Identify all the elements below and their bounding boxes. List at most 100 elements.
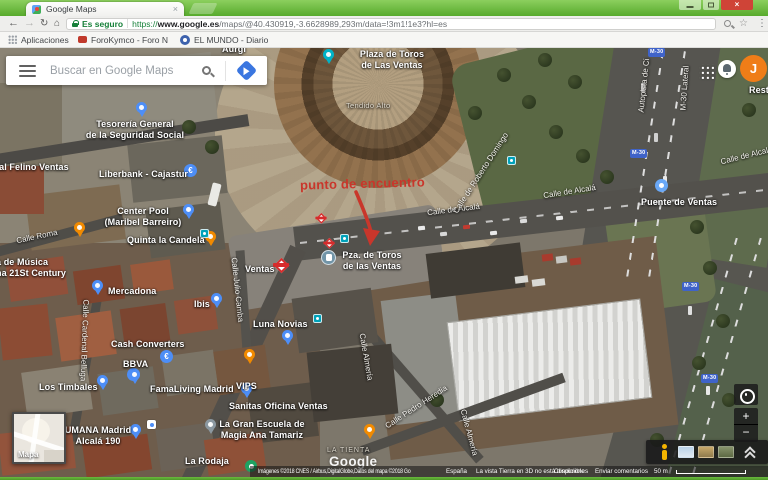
map-label-umana[interactable]: UMANA Madrid Alcalá 190 bbox=[62, 425, 134, 448]
search-input[interactable]: Buscar en Google Maps bbox=[50, 65, 202, 77]
map-label-cash-converters[interactable]: Cash Converters bbox=[111, 339, 185, 350]
poi-pin-tesoreria[interactable] bbox=[136, 102, 147, 113]
road-badge-m30: M-30 bbox=[701, 374, 718, 383]
bookmark-forokymco[interactable]: ForoKymco - Foro N bbox=[78, 32, 168, 47]
bus-stop-icon[interactable] bbox=[313, 314, 322, 323]
window-minimize-button[interactable] bbox=[679, 0, 701, 10]
map-label-famaliving[interactable]: FamaLiving Madrid bbox=[150, 384, 234, 395]
back-icon[interactable]: ← bbox=[8, 16, 19, 31]
map-label-la-rodaja[interactable]: La Rodaja bbox=[185, 456, 229, 467]
poi-pin-ibis[interactable] bbox=[211, 293, 222, 304]
poi-pin-mercadona[interactable] bbox=[92, 280, 103, 291]
poi-pin-escuela-magia[interactable] bbox=[205, 419, 216, 430]
my-location-button[interactable] bbox=[734, 384, 758, 405]
home-icon[interactable]: ⌂ bbox=[54, 16, 60, 31]
map-label-vips[interactable]: VIPS bbox=[236, 381, 257, 392]
google-apps-icon[interactable] bbox=[699, 64, 714, 79]
metro-entrance-icon[interactable] bbox=[315, 212, 326, 223]
map-canvas[interactable]: € € € M-30 M-30 M-30 M-30 Plaza de Toros… bbox=[0, 48, 768, 480]
notifications-bell-icon[interactable] bbox=[718, 60, 736, 78]
map-label-center-pool[interactable]: Center Pool (Maribel Barreiro) bbox=[104, 206, 182, 229]
map-label-liberbank[interactable]: Liberbank - Cajastur bbox=[99, 169, 188, 180]
poi-pin-plaza-toros[interactable] bbox=[323, 49, 334, 60]
bookmark-elmundo[interactable]: EL MUNDO - Diario bbox=[180, 32, 268, 47]
forokymco-icon bbox=[78, 36, 87, 43]
minimap-label: Mapa bbox=[18, 450, 38, 459]
refresh-icon[interactable]: ↻ bbox=[40, 16, 48, 31]
menu-hamburger-icon[interactable] bbox=[19, 62, 36, 80]
imagery-thumbnail[interactable] bbox=[698, 446, 714, 458]
directions-icon[interactable] bbox=[236, 60, 257, 81]
zoom-out-button[interactable]: − bbox=[734, 425, 758, 441]
new-tab-button[interactable] bbox=[188, 3, 217, 14]
address-bar[interactable]: Es seguro https://www.google.es/maps/@40… bbox=[66, 18, 716, 31]
map-label-estacion-pza-toros[interactable]: Pza. de Toros de las Ventas bbox=[340, 250, 404, 273]
terms-link[interactable]: Condiciones bbox=[554, 466, 588, 477]
metro-entrance-icon[interactable] bbox=[323, 237, 334, 248]
map-label-escuela-musica[interactable]: a de Música na 21St Century bbox=[0, 257, 66, 280]
bank-pin-bbva[interactable]: € bbox=[160, 350, 173, 363]
road-badge-m30: M-30 bbox=[630, 149, 647, 158]
map-label-ibis[interactable]: Ibis bbox=[194, 299, 210, 310]
bookmark-apps[interactable]: Aplicaciones bbox=[8, 32, 69, 47]
map-label-sanitas[interactable]: Sanitas Oficina Ventas bbox=[229, 401, 328, 412]
shop-icon[interactable] bbox=[147, 420, 156, 429]
feedback-link[interactable]: Enviar comentarios bbox=[595, 466, 648, 477]
search-icon[interactable] bbox=[202, 66, 211, 75]
url-scheme: https:// bbox=[132, 19, 158, 29]
window-close-button[interactable]: × bbox=[721, 0, 753, 10]
maps-search-box[interactable]: Buscar en Google Maps bbox=[6, 56, 267, 85]
forward-icon[interactable]: → bbox=[24, 16, 35, 31]
map-label-bbva[interactable]: BBVA bbox=[123, 359, 148, 370]
map-label-hospital-felino[interactable]: tal Felino Ventas bbox=[0, 162, 69, 173]
food-pin-vips[interactable] bbox=[244, 349, 255, 360]
attribution-country: España bbox=[446, 466, 467, 477]
imagery-attribution: Imágenes ©2018 CNES / Airbus,DigitalGlob… bbox=[258, 466, 411, 477]
map-tree bbox=[692, 356, 706, 370]
poi-pin-los-timbales[interactable] bbox=[97, 375, 108, 386]
map-label-aurgi[interactable]: Aurgi bbox=[222, 48, 246, 55]
map-label-puente-ventas[interactable]: Puente de Ventas bbox=[641, 197, 717, 208]
road-badge-m30: M-30 bbox=[648, 48, 665, 57]
map-car bbox=[463, 225, 470, 229]
bookmark-star-icon[interactable]: ☆ bbox=[739, 16, 748, 31]
map-label-quinta[interactable]: Quinta la Candela bbox=[127, 235, 205, 246]
window-maximize-button[interactable] bbox=[703, 0, 719, 10]
imagery-thumbnail[interactable] bbox=[718, 446, 734, 458]
imagery-thumbnail[interactable] bbox=[678, 446, 694, 458]
map-label-tesoreria[interactable]: Tesorería General de la Seguridad Social bbox=[70, 119, 200, 142]
map-label-tendido-alto: Tendido Alto bbox=[346, 101, 390, 110]
zoom-indicator-icon[interactable] bbox=[724, 20, 731, 27]
map-label-los-timbales[interactable]: Los Timbales bbox=[39, 382, 98, 393]
poi-pin-center-pool[interactable] bbox=[183, 204, 194, 215]
map-label-escuela-magia[interactable]: La Gran Escuela de Magia Ana Tamariz bbox=[216, 419, 308, 442]
poi-pin-luna-novias[interactable] bbox=[282, 330, 293, 341]
map-tree bbox=[742, 103, 756, 117]
account-avatar[interactable]: J bbox=[740, 55, 767, 82]
map-car bbox=[654, 133, 658, 142]
scale-label: 50 m bbox=[654, 466, 668, 477]
zoom-controls: + − bbox=[734, 408, 758, 442]
tab-close-icon[interactable]: × bbox=[173, 5, 178, 14]
food-pin[interactable] bbox=[74, 222, 85, 233]
poi-pin-famaliving[interactable] bbox=[129, 369, 140, 380]
minimap-toggle[interactable]: Mapa bbox=[12, 412, 66, 464]
map-label-mercadona[interactable]: Mercadona bbox=[108, 286, 156, 297]
food-pin[interactable] bbox=[364, 424, 375, 435]
pegman-icon[interactable] bbox=[660, 444, 669, 460]
map-label-luna-novias[interactable]: Luna Novias bbox=[253, 319, 308, 330]
map-roof bbox=[0, 304, 53, 361]
metro-logo-ventas[interactable] bbox=[273, 257, 289, 273]
map-label-restaurante[interactable]: Rest bbox=[749, 85, 768, 96]
station-icon-pza-toros[interactable] bbox=[321, 250, 336, 265]
zoom-in-button[interactable]: + bbox=[734, 408, 758, 425]
browser-tab[interactable]: Google Maps × bbox=[26, 2, 184, 16]
map-car bbox=[440, 232, 447, 236]
map-label-metro-ventas[interactable]: Ventas bbox=[245, 264, 275, 275]
streetview-panel bbox=[646, 440, 768, 464]
chrome-menu-icon[interactable]: ⋮ bbox=[757, 16, 767, 31]
search-divider bbox=[225, 61, 226, 81]
poi-pin-puente[interactable] bbox=[655, 179, 668, 192]
map-label-plaza-toros[interactable]: Plaza de Toros de Las Ventas bbox=[341, 49, 443, 72]
bus-stop-icon[interactable] bbox=[507, 156, 516, 165]
